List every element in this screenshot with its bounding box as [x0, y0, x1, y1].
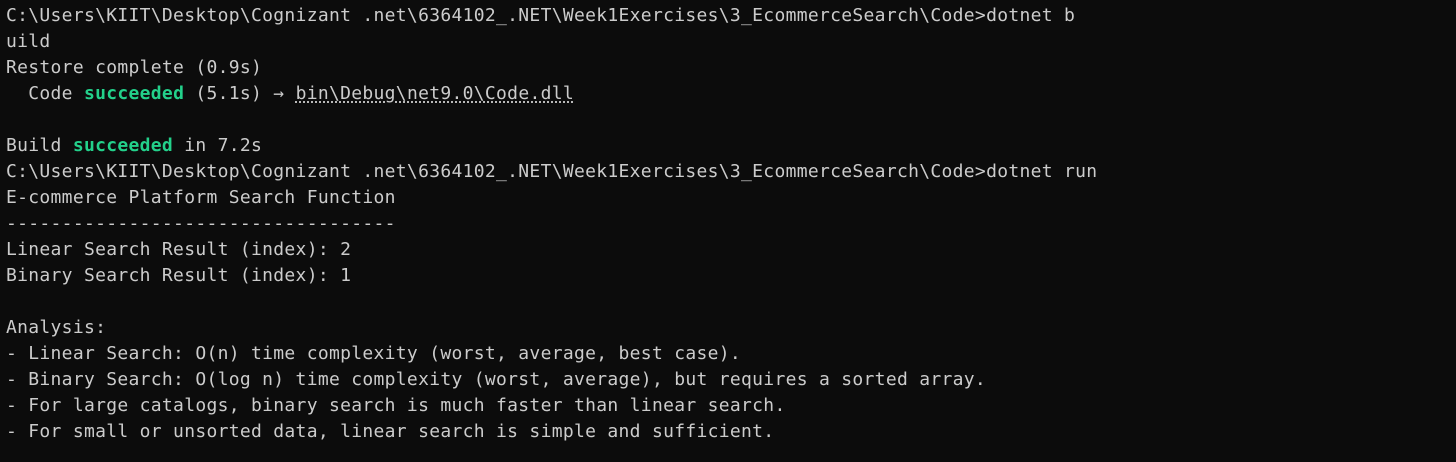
analysis-item: - Binary Search: O(log n) time complexit…	[6, 369, 987, 390]
linear-result-line: Linear Search Result (index): 2	[6, 239, 352, 260]
analysis-item: - For large catalogs, binary search is m…	[6, 395, 786, 416]
build-prefix: Build	[6, 135, 73, 156]
prompt-line-run: C:\Users\KIIT\Desktop\Cognizant .net\636…	[6, 159, 1456, 185]
prompt-path: C:\Users\KIIT\Desktop\Cognizant .net\636…	[6, 161, 987, 182]
analysis-item: - Linear Search: O(n) time complexity (w…	[6, 343, 742, 364]
command-text-wrapped: uild	[6, 31, 51, 52]
output-path-link[interactable]: bin\Debug\net9.0\Code.dll	[296, 83, 574, 104]
prompt-path: C:\Users\KIIT\Desktop\Cognizant .net\636…	[6, 5, 987, 26]
project-build-line: Code succeeded (5.1s) → bin\Debug\net9.0…	[6, 81, 1456, 107]
prompt-line-build: C:\Users\KIIT\Desktop\Cognizant .net\636…	[6, 3, 1456, 29]
app-title-line: E-commerce Platform Search Function	[6, 187, 396, 208]
project-name: Code	[6, 83, 84, 104]
project-time: (5.1s) →	[184, 83, 296, 104]
restore-line: Restore complete (0.9s)	[6, 57, 263, 78]
build-duration: in 7.2s	[173, 135, 263, 156]
analysis-item: - For small or unsorted data, linear sea…	[6, 421, 775, 442]
project-status: succeeded	[83, 83, 185, 104]
command-text: dotnet run	[986, 161, 1098, 182]
terminal-window[interactable]: C:\Users\KIIT\Desktop\Cognizant .net\636…	[0, 0, 1456, 462]
build-status: succeeded	[72, 135, 174, 156]
binary-result-line: Binary Search Result (index): 1	[6, 265, 352, 286]
command-wrap-line: uild	[6, 29, 1456, 55]
command-text: dotnet b	[986, 5, 1076, 26]
analysis-heading: Analysis:	[6, 317, 107, 338]
separator-line: -----------------------------------	[6, 213, 396, 234]
build-summary-line: Build succeeded in 7.2s	[6, 133, 1456, 159]
